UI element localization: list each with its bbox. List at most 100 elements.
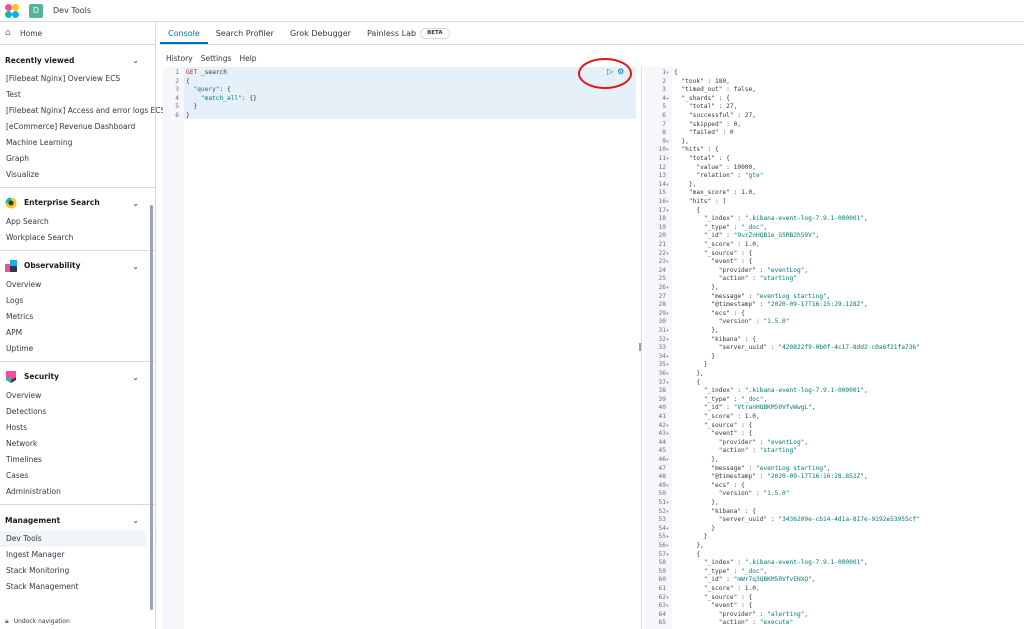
tab-search-profiler[interactable]: Search Profiler	[208, 22, 282, 44]
fold-arrow-icon[interactable]: ▾	[666, 602, 669, 611]
settings-link[interactable]: Settings	[201, 54, 232, 63]
fold-arrow-icon[interactable]: ▾	[666, 327, 669, 336]
fold-arrow-icon[interactable]: ▾	[666, 499, 669, 508]
response-code: "total" : {	[688, 155, 730, 162]
fold-arrow-icon[interactable]: ▾	[666, 430, 669, 439]
section-title: Management	[5, 515, 61, 525]
fold-arrow-icon[interactable]: ▾	[666, 533, 669, 542]
fold-arrow-icon[interactable]: ▾	[666, 551, 669, 560]
fold-arrow-icon[interactable]: ▾	[666, 69, 669, 78]
sidebar-item-test[interactable]: Test	[0, 87, 155, 103]
fold-arrow-icon[interactable]: ▾	[666, 422, 669, 431]
response-code: "event" : {	[711, 258, 753, 266]
sidebar-item-app-search[interactable]: App Search	[0, 214, 155, 230]
sidebar-item-administration[interactable]: Administration	[0, 484, 155, 500]
response-code: "message" : "eventLog starting",	[711, 292, 831, 300]
fold-arrow-icon[interactable]: ▾	[666, 207, 669, 216]
section-recently-viewed[interactable]: Recently viewed ⌄	[0, 49, 155, 71]
fold-arrow-icon[interactable]: ▾	[666, 379, 669, 388]
history-link[interactable]: History	[166, 54, 193, 63]
help-link[interactable]: Help	[239, 54, 256, 63]
line-number: 15	[658, 189, 666, 197]
section-management[interactable]: Management ⌄	[0, 509, 155, 531]
fold-arrow-icon[interactable]: ▾	[666, 525, 669, 534]
undock-navigation-button[interactable]: 🔒︎ Undock navigation	[5, 617, 70, 626]
section-observability[interactable]: Observability ⌄	[0, 255, 155, 277]
observability-icon	[5, 260, 17, 272]
space-avatar[interactable]: D	[29, 3, 43, 18]
sidebar-item-hosts[interactable]: Hosts	[0, 420, 155, 436]
sidebar-item-stack-management[interactable]: Stack Management	[0, 579, 155, 595]
sidebar-item-filebeat-nginx-access-and-error-logs-ecs[interactable]: [Filebeat Nginx] Access and error logs E…	[0, 103, 165, 119]
response-line: 43 ▾ "event" : {	[644, 430, 1022, 439]
sidebar-item-uptime[interactable]: Uptime	[0, 341, 155, 357]
fold-arrow-icon[interactable]: ▾	[666, 482, 669, 491]
top-header: D Dev Tools	[0, 0, 1024, 22]
fold-arrow-icon[interactable]: ▾	[666, 146, 669, 155]
fold-arrow-icon[interactable]: ▾	[666, 361, 669, 370]
response-line: 44 "provider" : "eventLog",	[644, 439, 1022, 448]
tab-grok-debugger[interactable]: Grok Debugger	[282, 22, 359, 44]
fold-arrow-icon[interactable]: ▾	[666, 353, 669, 362]
code-token: "match_all"	[200, 94, 242, 102]
code-token: {	[186, 77, 190, 85]
fold-arrow-icon[interactable]: ▾	[666, 456, 669, 465]
response-code: "provider" : "eventLog",	[718, 438, 809, 446]
resize-handle[interactable]: ‖	[638, 342, 642, 351]
response-line: 61 "_score" : 1.0,	[644, 585, 1022, 594]
fold-arrow-icon[interactable]: ▾	[666, 155, 669, 164]
response-code: },	[674, 137, 689, 145]
fold-arrow-icon[interactable]: ▾	[666, 310, 669, 319]
fold-arrow-icon[interactable]: ▾	[666, 370, 669, 379]
section-security[interactable]: Security ⌄	[0, 366, 155, 388]
sidebar-item-logs[interactable]: Logs	[0, 293, 155, 309]
sidebar-item-overview[interactable]: Overview	[0, 388, 155, 404]
response-code: "ecs" : {	[711, 481, 745, 489]
sidebar-item-cases[interactable]: Cases	[0, 468, 155, 484]
elastic-logo-icon[interactable]	[5, 3, 19, 18]
response-code: "hits" : [	[688, 198, 727, 205]
request-editor[interactable]: 1 GET _search 2{3 "query": {4 "match_all":…	[163, 67, 636, 629]
sidebar-item-ingest-manager[interactable]: Ingest Manager	[0, 547, 155, 563]
fold-arrow-icon[interactable]: ▾	[666, 284, 669, 293]
response-editor: 1 ▾{2 "took" : 180, 3 "timed_out" : false,…	[644, 67, 1024, 629]
tab-console[interactable]: Console	[160, 22, 208, 44]
line-number: 61	[658, 585, 666, 592]
fold-arrow-icon[interactable]: ▾	[666, 138, 669, 147]
fold-arrow-icon[interactable]: ▾	[666, 594, 669, 603]
response-line: 9 ▾ },	[644, 138, 1022, 147]
response-code: {	[674, 550, 701, 558]
sidebar-item-stack-monitoring[interactable]: Stack Monitoring	[0, 563, 155, 579]
sidebar-item-timelines[interactable]: Timelines	[0, 452, 155, 468]
fold-arrow-icon[interactable]: ▾	[666, 198, 669, 207]
fold-arrow-icon[interactable]: ▾	[666, 542, 669, 551]
sidebar-item-workplace-search[interactable]: Workplace Search	[0, 230, 155, 246]
sidebar-item-visualize[interactable]: Visualize	[0, 167, 155, 183]
response-code: "took" : 180,	[681, 77, 730, 85]
fold-arrow-icon[interactable]: ▾	[666, 336, 669, 345]
fold-arrow-icon[interactable]: ▾	[666, 508, 669, 517]
sidebar-item-apm[interactable]: APM	[0, 325, 155, 341]
response-line: 65 "action" : "execute"	[644, 619, 1022, 628]
response-code: "successful" : 27,	[688, 112, 756, 119]
sidebar-item-ecommerce-revenue-dashboard[interactable]: [eCommerce] Revenue Dashboard	[0, 119, 155, 135]
tab-painless-lab[interactable]: Painless Lab BETA	[359, 22, 458, 44]
sidebar-scrollbar[interactable]	[150, 205, 153, 610]
response-code: "hits" : {	[681, 146, 719, 154]
sidebar-item-detections[interactable]: Detections	[0, 404, 155, 420]
sidebar-item-graph[interactable]: Graph	[0, 151, 155, 167]
response-line: 15 "max_score" : 1.0,	[644, 189, 1022, 198]
section-enterprise-search[interactable]: Enterprise Search ⌄	[0, 192, 155, 214]
fold-arrow-icon[interactable]: ▾	[666, 95, 669, 104]
fold-arrow-icon[interactable]: ▾	[666, 181, 669, 190]
sidebar-item-home[interactable]: ⌂ Home	[0, 22, 155, 45]
sidebar-item-metrics[interactable]: Metrics	[0, 309, 155, 325]
fold-arrow-icon[interactable]: ▾	[666, 258, 669, 267]
sidebar-item-machine-learning[interactable]: Machine Learning	[0, 135, 155, 151]
sidebar-item-network[interactable]: Network	[0, 436, 155, 452]
sidebar-item-overview[interactable]: Overview	[0, 277, 155, 293]
line-number: 50	[658, 490, 666, 498]
fold-arrow-icon[interactable]: ▾	[666, 250, 669, 259]
sidebar-item-dev-tools[interactable]: Dev Tools	[0, 531, 146, 547]
sidebar-item-filebeat-nginx-overview-ecs[interactable]: [Filebeat Nginx] Overview ECS	[0, 71, 155, 87]
